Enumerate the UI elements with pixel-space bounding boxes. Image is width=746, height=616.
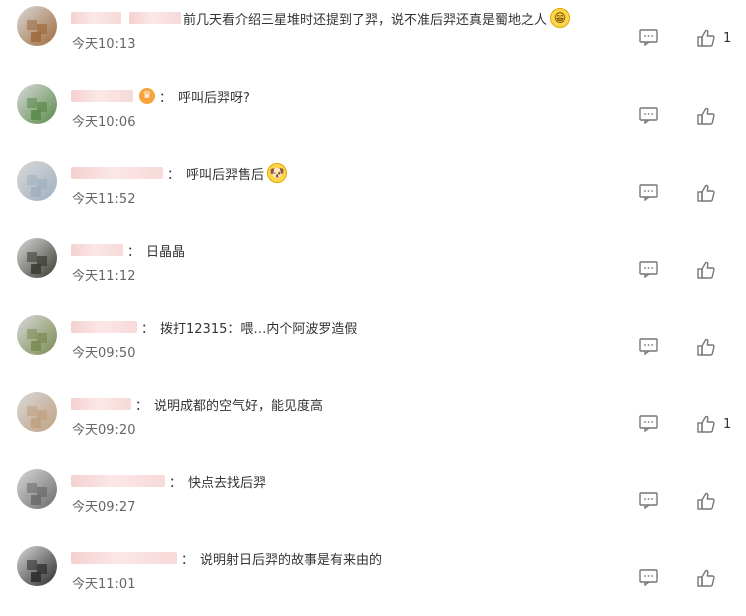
comment-item: ： 说明成都的空气好，能见度高 今天09:20 1 — [0, 386, 746, 462]
avatar[interactable] — [17, 238, 57, 278]
comment-line: 前几天看介绍三星堆时还提到了羿，说不准后羿还真是蜀地之人 😁 — [71, 8, 571, 28]
comment-text: 日晶晶 — [146, 244, 186, 260]
name-separator: ： — [135, 398, 149, 414]
reply-icon[interactable] — [639, 569, 658, 586]
username-blurred[interactable] — [71, 321, 137, 333]
comment-line: ： 日晶晶 — [71, 240, 185, 260]
reply-icon[interactable] — [639, 184, 658, 201]
username-blurred[interactable] — [71, 167, 163, 179]
avatar[interactable] — [17, 6, 57, 46]
comment-line: ： 拨打12315：喂…内个阿波罗造假 — [71, 317, 357, 337]
comment-time: 今天09:20 — [72, 423, 136, 438]
comment-text: 呼叫后羿售后 — [186, 167, 265, 183]
comment-line: ： 快点去找后羿 — [71, 471, 266, 491]
thumbs-up-icon — [697, 492, 715, 510]
comment-text: 说明成都的空气好，能见度高 — [154, 398, 324, 414]
comment-time: 今天11:12 — [72, 269, 136, 284]
name-separator: ： — [141, 321, 155, 337]
avatar[interactable] — [17, 161, 57, 201]
comment-item: ： 拨打12315：喂…内个阿波罗造假 今天09:50 — [0, 309, 746, 385]
username-blurred[interactable] — [71, 398, 131, 410]
comment-time: 今天11:52 — [72, 192, 136, 207]
comment-time: 今天10:13 — [72, 37, 136, 52]
username-blurred[interactable] — [71, 552, 177, 564]
like-button[interactable] — [697, 338, 723, 356]
comment-text: 说明射日后羿的故事是有来由的 — [200, 552, 383, 568]
reply-icon[interactable] — [639, 29, 658, 46]
like-count: 1 — [723, 30, 732, 46]
comment-time: 今天09:50 — [72, 346, 136, 361]
name-separator: ： — [167, 167, 181, 183]
comment-time: 今天11:01 — [72, 577, 136, 592]
name-separator: ： — [181, 552, 195, 568]
reply-icon[interactable] — [639, 492, 658, 509]
comment-text: 前几天看介绍三星堆时还提到了羿，说不准后羿还真是蜀地之人 — [183, 12, 548, 28]
thumbs-up-icon — [697, 338, 715, 356]
grin-emoji-icon: 😁 — [550, 8, 571, 28]
username-blurred[interactable] — [129, 12, 181, 24]
username-blurred[interactable] — [71, 475, 165, 487]
comment-item: 前几天看介绍三星堆时还提到了羿，说不准后羿还真是蜀地之人 😁 今天10:13 1 — [0, 0, 746, 76]
comment-text: 拨打12315：喂…内个阿波罗造假 — [160, 321, 358, 337]
thumbs-up-icon — [697, 569, 715, 587]
doge-emoji-icon: 🐶 — [267, 163, 288, 183]
reply-icon[interactable] — [639, 261, 658, 278]
avatar[interactable] — [17, 315, 57, 355]
comment-list: 前几天看介绍三星堆时还提到了羿，说不准后羿还真是蜀地之人 😁 今天10:13 1… — [0, 0, 746, 595]
avatar[interactable] — [17, 546, 57, 586]
reply-icon[interactable] — [639, 338, 658, 355]
like-button[interactable] — [697, 569, 723, 587]
thumbs-up-icon — [697, 184, 715, 202]
username-blurred[interactable] — [71, 12, 121, 24]
comment-item: ： 日晶晶 今天11:12 — [0, 232, 746, 308]
like-button[interactable]: 1 — [697, 415, 731, 433]
thumbs-up-icon — [697, 107, 715, 125]
thumbs-up-icon — [697, 261, 715, 279]
reply-icon[interactable] — [639, 107, 658, 124]
comment-text: 快点去找后羿 — [188, 475, 267, 491]
crown-badge-icon: ♛ — [139, 88, 155, 104]
like-count: 1 — [723, 416, 732, 432]
comment-line: ♛ ： 呼叫后羿呀? — [71, 86, 250, 106]
thumbs-up-icon — [697, 29, 715, 47]
comment-time: 今天10:06 — [72, 115, 136, 130]
comment-item: ♛ ： 呼叫后羿呀? 今天10:06 — [0, 78, 746, 154]
comment-item: ： 说明射日后羿的故事是有来由的 今天11:01 — [0, 540, 746, 616]
comment-text: 呼叫后羿呀? — [178, 90, 250, 106]
reply-icon[interactable] — [639, 415, 658, 432]
avatar[interactable] — [17, 392, 57, 432]
comment-line: ： 说明射日后羿的故事是有来由的 — [71, 548, 382, 568]
name-separator: ： — [127, 244, 141, 260]
comment-item: ： 呼叫后羿售后 🐶 今天11:52 — [0, 155, 746, 231]
comment-line: ： 呼叫后羿售后 🐶 — [71, 163, 288, 183]
username-blurred[interactable] — [71, 244, 123, 256]
avatar[interactable] — [17, 84, 57, 124]
like-button[interactable] — [697, 492, 723, 510]
comment-time: 今天09:27 — [72, 500, 136, 515]
thumbs-up-icon — [697, 415, 715, 433]
like-button[interactable] — [697, 184, 723, 202]
like-button[interactable] — [697, 107, 723, 125]
username-blurred[interactable] — [71, 90, 133, 102]
name-separator: ： — [169, 475, 183, 491]
name-separator: ： — [159, 90, 173, 106]
avatar[interactable] — [17, 469, 57, 509]
comment-line: ： 说明成都的空气好，能见度高 — [71, 394, 323, 414]
comment-item: ： 快点去找后羿 今天09:27 — [0, 463, 746, 539]
like-button[interactable]: 1 — [697, 29, 731, 47]
like-button[interactable] — [697, 261, 723, 279]
